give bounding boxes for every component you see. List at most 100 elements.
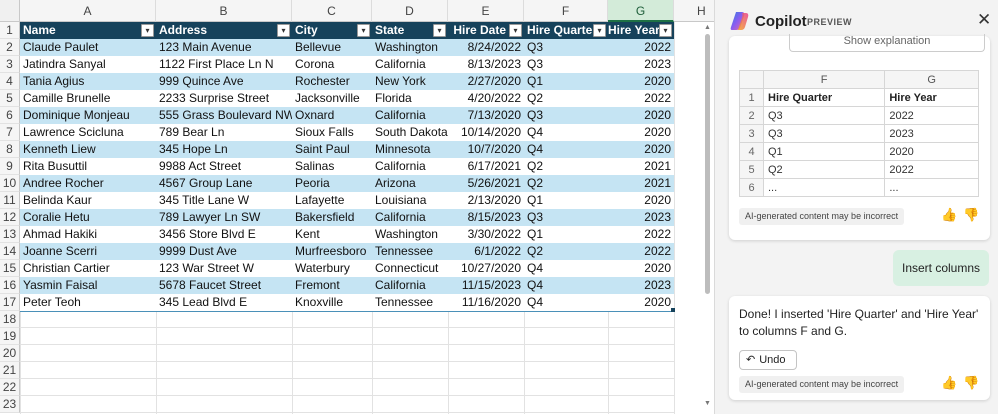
row-header[interactable]: 16 bbox=[0, 277, 20, 294]
table-cell[interactable]: Jatindra Sanyal bbox=[20, 56, 156, 73]
table-cell[interactable]: Florida bbox=[372, 90, 448, 107]
row-header[interactable]: 14 bbox=[0, 243, 20, 260]
row-header[interactable]: 18 bbox=[0, 311, 20, 328]
table-cell[interactable]: 10/27/2020 bbox=[448, 260, 524, 277]
table-cell[interactable]: 2020 bbox=[608, 192, 674, 209]
table-cell[interactable]: 10/7/2020 bbox=[448, 141, 524, 158]
table-cell[interactable]: Louisiana bbox=[372, 192, 448, 209]
table-cell[interactable]: 10/14/2020 bbox=[448, 124, 524, 141]
row-header[interactable]: 21 bbox=[0, 362, 20, 379]
table-cell[interactable]: Tennessee bbox=[372, 243, 448, 260]
close-button[interactable]: ✕ bbox=[977, 11, 991, 29]
table-cell[interactable]: Camille Brunelle bbox=[20, 90, 156, 107]
filter-dropdown-icon[interactable]: ▾ bbox=[433, 24, 446, 37]
table-cell[interactable]: Washington bbox=[372, 226, 448, 243]
table-cell[interactable]: Coralie Hetu bbox=[20, 209, 156, 226]
table-cell[interactable]: Peoria bbox=[292, 175, 372, 192]
table-cell[interactable]: 345 Title Lane W bbox=[156, 192, 292, 209]
vertical-scrollbar[interactable]: ▲ ▼ bbox=[704, 24, 711, 412]
table-cell[interactable]: Waterbury bbox=[292, 260, 372, 277]
table-cell[interactable]: 2023 bbox=[608, 209, 674, 226]
table-cell[interactable]: Corona bbox=[292, 56, 372, 73]
row-header[interactable]: 20 bbox=[0, 345, 20, 362]
table-cell[interactable]: Fremont bbox=[292, 277, 372, 294]
table-cell[interactable]: 123 Main Avenue bbox=[156, 39, 292, 56]
row-header[interactable]: 22 bbox=[0, 379, 20, 396]
table-cell[interactable]: California bbox=[372, 209, 448, 226]
table-cell[interactable]: Yasmin Faisal bbox=[20, 277, 156, 294]
row-header[interactable]: 9 bbox=[0, 158, 20, 175]
table-cell[interactable]: Lawrence Scicluna bbox=[20, 124, 156, 141]
table-cell[interactable]: 345 Lead Blvd E bbox=[156, 294, 292, 311]
table-cell[interactable]: Oxnard bbox=[292, 107, 372, 124]
row-header[interactable]: 6 bbox=[0, 107, 20, 124]
table-cell[interactable]: Andree Rocher bbox=[20, 175, 156, 192]
table-cell[interactable]: 2/13/2020 bbox=[448, 192, 524, 209]
table-cell[interactable]: Peter Teoh bbox=[20, 294, 156, 311]
table-cell[interactable]: 345 Hope Ln bbox=[156, 141, 292, 158]
table-cell[interactable]: Q4 bbox=[524, 124, 608, 141]
table-cell[interactable]: 2020 bbox=[608, 141, 674, 158]
table-cell[interactable]: 3456 Store Blvd E bbox=[156, 226, 292, 243]
table-cell[interactable]: 2020 bbox=[608, 124, 674, 141]
table-cell[interactable]: Q3 bbox=[524, 107, 608, 124]
table-cell[interactable]: 8/13/2023 bbox=[448, 56, 524, 73]
table-cell[interactable]: 2020 bbox=[608, 260, 674, 277]
table-cell[interactable]: Jacksonville bbox=[292, 90, 372, 107]
table-cell[interactable]: 11/15/2023 bbox=[448, 277, 524, 294]
column-title-a[interactable]: Name bbox=[20, 22, 156, 39]
table-cell[interactable]: 2020 bbox=[608, 107, 674, 124]
table-cell[interactable]: Q1 bbox=[524, 73, 608, 90]
filter-dropdown-icon[interactable]: ▾ bbox=[141, 24, 154, 37]
table-cell[interactable]: 2022 bbox=[608, 243, 674, 260]
table-cell[interactable]: 5/26/2021 bbox=[448, 175, 524, 192]
column-title-b[interactable]: Address bbox=[156, 22, 292, 39]
table-cell[interactable]: 1122 First Place Ln N bbox=[156, 56, 292, 73]
table-cell[interactable]: 11/16/2020 bbox=[448, 294, 524, 311]
table-cell[interactable]: 6/17/2021 bbox=[448, 158, 524, 175]
table-cell[interactable]: Belinda Kaur bbox=[20, 192, 156, 209]
thumbs-down-icon[interactable]: 👎 bbox=[963, 207, 979, 223]
scroll-down-arrow-icon[interactable]: ▼ bbox=[704, 400, 711, 407]
column-header-b[interactable]: B bbox=[156, 0, 292, 22]
table-cell[interactable]: Q2 bbox=[524, 158, 608, 175]
table-cell[interactable]: Q2 bbox=[524, 175, 608, 192]
thumbs-down-icon[interactable]: 👎 bbox=[963, 375, 979, 391]
table-cell[interactable]: 8/15/2023 bbox=[448, 209, 524, 226]
row-header[interactable]: 10 bbox=[0, 175, 20, 192]
table-cell[interactable]: 999 Quince Ave bbox=[156, 73, 292, 90]
table-cell[interactable]: 2020 bbox=[608, 294, 674, 311]
table-cell[interactable]: California bbox=[372, 56, 448, 73]
table-cell[interactable]: Kent bbox=[292, 226, 372, 243]
row-header[interactable]: 5 bbox=[0, 90, 20, 107]
table-cell[interactable]: Bellevue bbox=[292, 39, 372, 56]
table-cell[interactable]: Salinas bbox=[292, 158, 372, 175]
row-header[interactable]: 2 bbox=[0, 39, 20, 56]
table-cell[interactable]: 2233 Surprise Street bbox=[156, 90, 292, 107]
table-cell[interactable]: South Dakota bbox=[372, 124, 448, 141]
row-header[interactable]: 8 bbox=[0, 141, 20, 158]
row-header[interactable]: 11 bbox=[0, 192, 20, 209]
table-cell[interactable]: 8/24/2022 bbox=[448, 39, 524, 56]
thumbs-up-icon[interactable]: 👍 bbox=[941, 207, 957, 223]
table-cell[interactable]: Joanne Scerri bbox=[20, 243, 156, 260]
column-header-c[interactable]: C bbox=[292, 0, 372, 22]
table-cell[interactable]: 555 Grass Boulevard NW bbox=[156, 107, 292, 124]
table-cell[interactable]: California bbox=[372, 107, 448, 124]
undo-button[interactable]: ↶ Undo bbox=[739, 350, 797, 370]
table-cell[interactable]: 9988 Act Street bbox=[156, 158, 292, 175]
table-cell[interactable]: Dominique Monjeau bbox=[20, 107, 156, 124]
row-header[interactable]: 12 bbox=[0, 209, 20, 226]
table-cell[interactable]: Q3 bbox=[524, 39, 608, 56]
table-cell[interactable]: Ahmad Hakiki bbox=[20, 226, 156, 243]
table-cell[interactable]: New York bbox=[372, 73, 448, 90]
row-header[interactable]: 23 bbox=[0, 396, 20, 413]
row-header[interactable]: 15 bbox=[0, 260, 20, 277]
table-cell[interactable]: Claude Paulet bbox=[20, 39, 156, 56]
table-cell[interactable]: 2023 bbox=[608, 277, 674, 294]
scroll-up-arrow-icon[interactable]: ▲ bbox=[704, 24, 711, 31]
table-resize-handle[interactable] bbox=[671, 308, 675, 312]
thumbs-up-icon[interactable]: 👍 bbox=[941, 375, 957, 391]
table-cell[interactable]: Kenneth Liew bbox=[20, 141, 156, 158]
filter-dropdown-icon[interactable]: ▾ bbox=[357, 24, 370, 37]
